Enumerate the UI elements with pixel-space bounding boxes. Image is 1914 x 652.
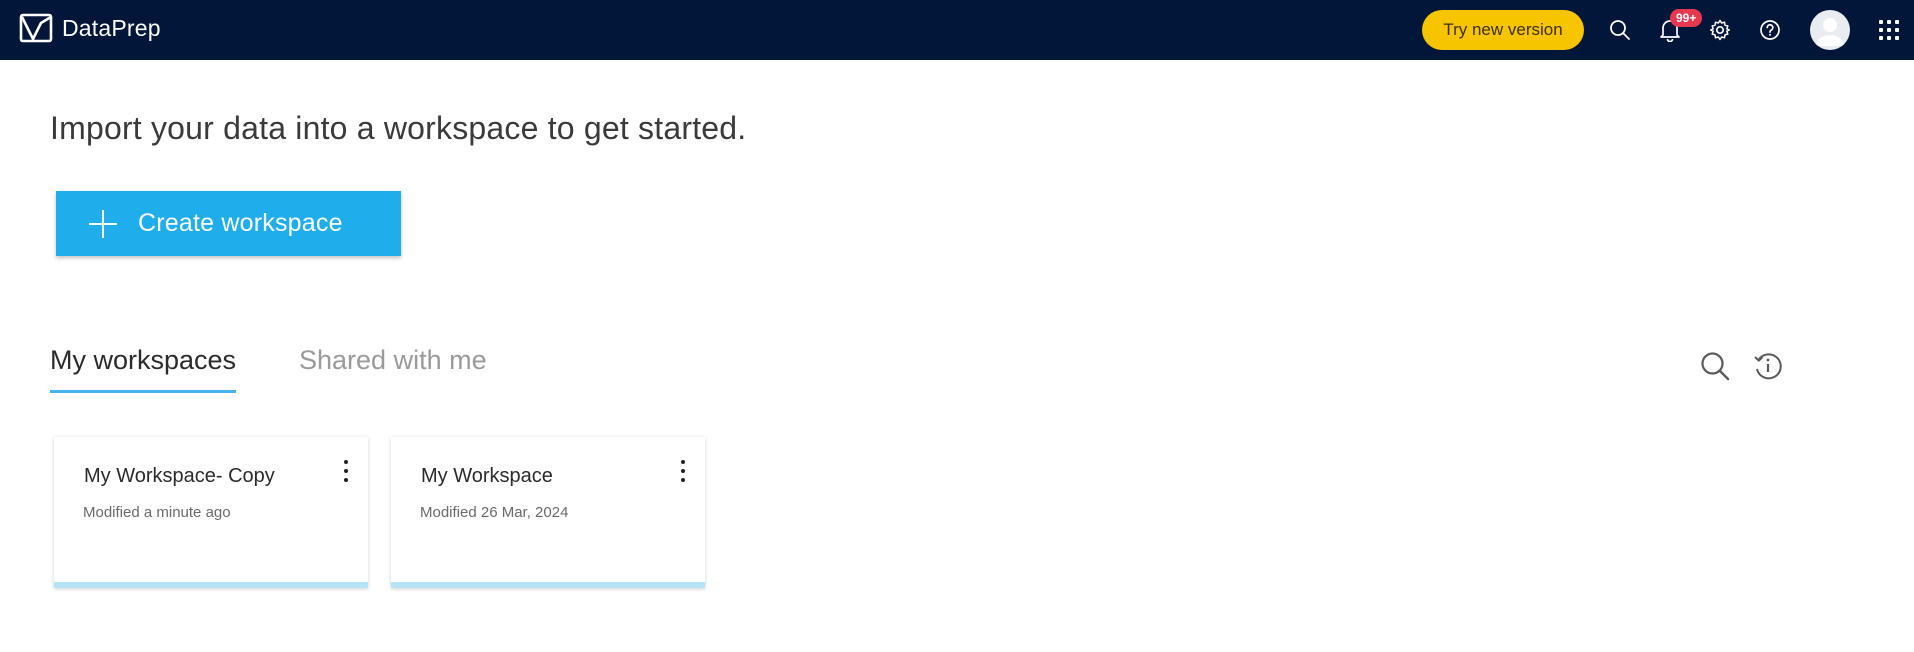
history-info-icon[interactable] [1751, 349, 1785, 383]
workspace-modified: Modified 26 Mar, 2024 [420, 504, 569, 521]
create-workspace-label: Create workspace [138, 209, 343, 237]
user-silhouette-icon [1816, 18, 1844, 46]
card-accent-bar [54, 582, 368, 588]
page-headline: Import your data into a workspace to get… [50, 110, 747, 146]
apps-grid-icon[interactable] [1879, 20, 1899, 40]
workspace-modified: Modified a minute ago [83, 504, 231, 521]
search-icon[interactable] [1606, 16, 1634, 44]
active-tab-indicator [50, 390, 236, 393]
dataprep-logo-icon [19, 13, 53, 43]
workspace-card[interactable]: My Workspace Modified 26 Mar, 2024 [391, 437, 705, 588]
tab-shared-with-me[interactable]: Shared with me [299, 345, 487, 376]
tab-my-workspaces[interactable]: My workspaces [50, 345, 236, 376]
plus-icon [89, 209, 117, 238]
workspace-title: My Workspace- Copy [84, 465, 275, 487]
try-new-version-button[interactable]: Try new version [1422, 10, 1584, 50]
search-workspaces-icon[interactable] [1698, 349, 1732, 383]
more-options-icon[interactable] [679, 460, 687, 482]
notification-count-badge: 99+ [1670, 9, 1703, 27]
create-workspace-button[interactable]: Create workspace [56, 191, 401, 256]
help-icon[interactable] [1756, 16, 1784, 44]
more-options-icon[interactable] [342, 460, 350, 482]
card-accent-bar [391, 582, 705, 588]
top-navigation-bar: DataPrep Try new version 99+ [0, 0, 1914, 60]
workspace-title: My Workspace [421, 465, 553, 487]
app-logo[interactable]: DataPrep [19, 13, 161, 43]
app-name: DataPrep [62, 14, 161, 41]
gear-icon[interactable] [1706, 16, 1734, 44]
user-avatar[interactable] [1810, 10, 1850, 50]
workspace-card[interactable]: My Workspace- Copy Modified a minute ago [54, 437, 368, 588]
